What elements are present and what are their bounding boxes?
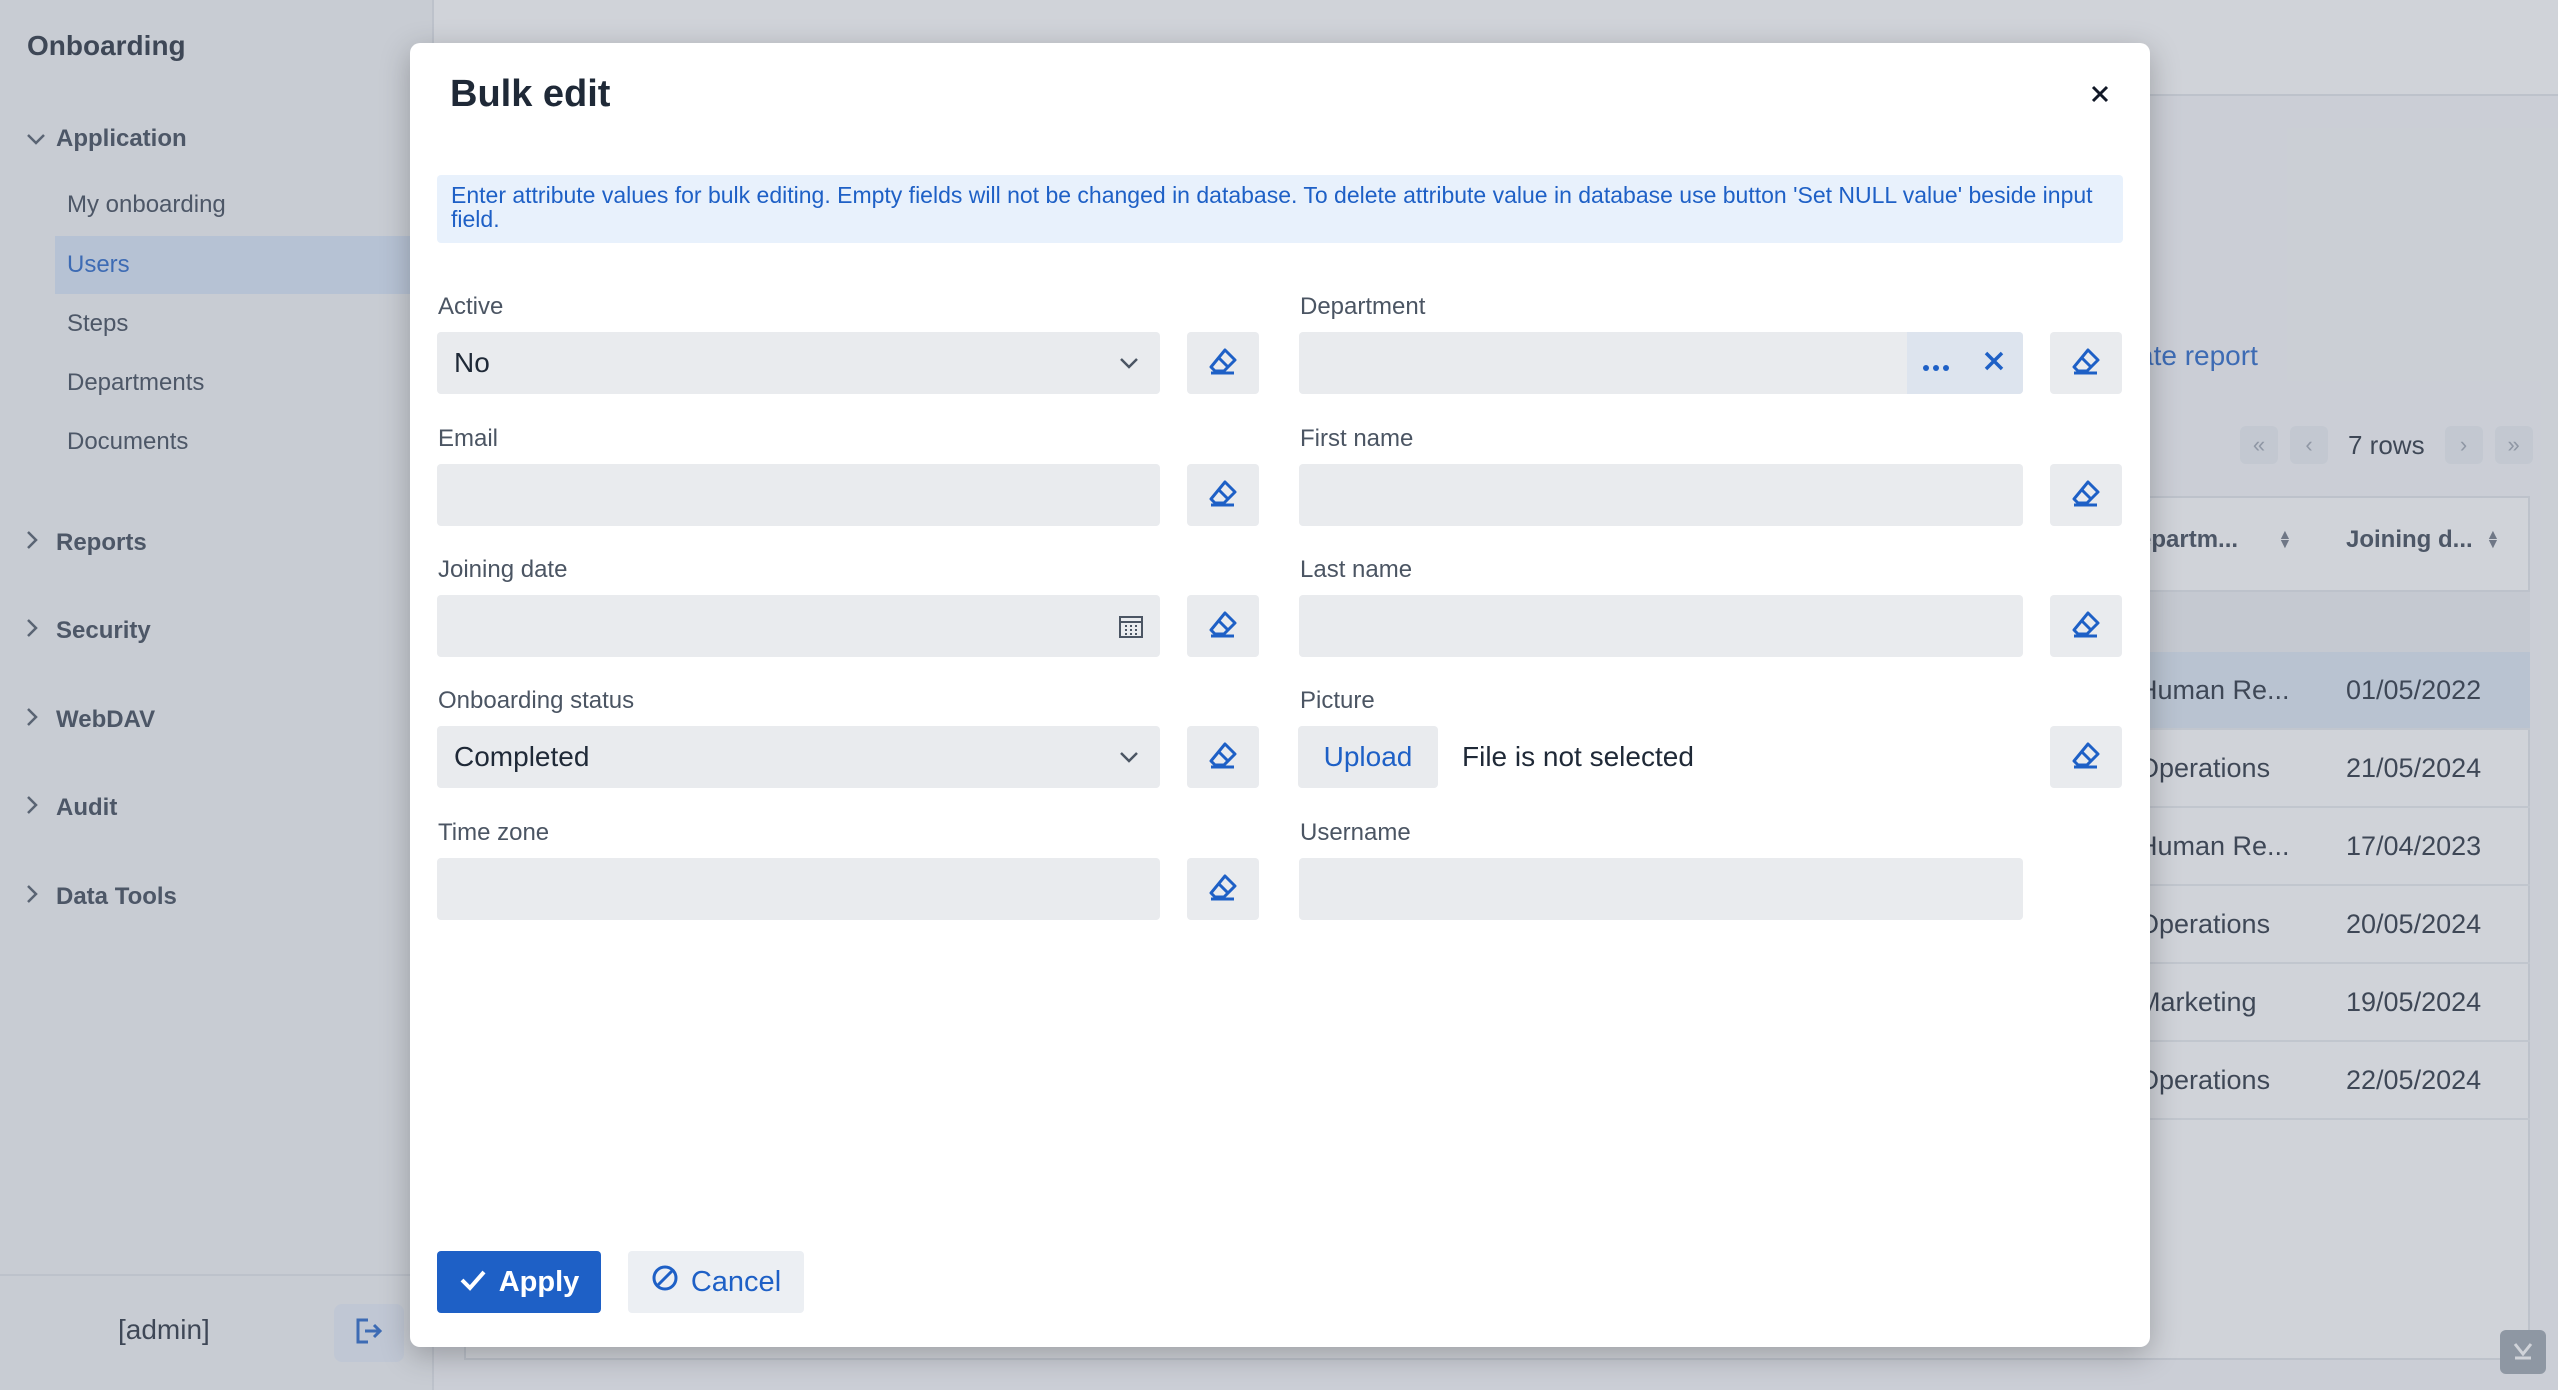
- set-null-email-button[interactable]: [1187, 464, 1259, 526]
- onboarding-status-value: Completed: [454, 741, 590, 772]
- set-null-picture-button[interactable]: [2050, 726, 2122, 788]
- close-icon: [2090, 75, 2110, 112]
- set-null-onboarding-status-button[interactable]: [1187, 726, 1259, 788]
- time-zone-label: Time zone: [438, 819, 550, 846]
- active-select[interactable]: No: [437, 332, 1160, 394]
- department-lookup-button[interactable]: [1907, 332, 1965, 394]
- more-icon: [1922, 347, 1950, 379]
- eraser-icon: [2071, 347, 2101, 380]
- set-null-active-button[interactable]: [1187, 332, 1259, 394]
- joining-date-label: Joining date: [438, 556, 568, 583]
- dialog-title: Bulk edit: [450, 73, 611, 115]
- active-label: Active: [438, 293, 504, 320]
- set-null-department-button[interactable]: [2050, 332, 2122, 394]
- last-name-field[interactable]: [1299, 595, 2023, 657]
- time-zone-field[interactable]: [437, 858, 1160, 920]
- set-null-last-name-button[interactable]: [2050, 595, 2122, 657]
- set-null-time-zone-button[interactable]: [1187, 858, 1259, 920]
- eraser-icon: [1208, 347, 1238, 380]
- eraser-icon: [2071, 479, 2101, 512]
- department-label: Department: [1300, 293, 1426, 320]
- first-name-field[interactable]: [1299, 464, 2023, 526]
- eraser-icon: [1208, 741, 1238, 774]
- eraser-icon: [2071, 741, 2101, 774]
- apply-button[interactable]: Apply: [437, 1251, 601, 1313]
- last-name-label: Last name: [1300, 556, 1413, 583]
- picture-label: Picture: [1300, 687, 1375, 714]
- apply-label: Apply: [498, 1265, 580, 1298]
- joining-date-field[interactable]: [437, 595, 1160, 657]
- info-message: Enter attribute values for bulk editing.…: [437, 175, 2123, 243]
- eraser-icon: [1208, 610, 1238, 643]
- clear-icon: [1983, 347, 2005, 379]
- chevron-down-icon: [1118, 744, 1140, 770]
- onboarding-status-label: Onboarding status: [438, 687, 635, 714]
- active-value: No: [454, 347, 490, 378]
- username-label: Username: [1300, 819, 1411, 846]
- cancel-button[interactable]: Cancel: [628, 1251, 804, 1313]
- email-label: Email: [438, 425, 499, 452]
- set-null-first-name-button[interactable]: [2050, 464, 2122, 526]
- eraser-icon: [1208, 479, 1238, 512]
- department-field[interactable]: [1299, 332, 2023, 394]
- set-null-joining-date-button[interactable]: [1187, 595, 1259, 657]
- bulk-edit-dialog: Bulk edit Enter attribute values for bul…: [410, 43, 2150, 1347]
- check-icon: [459, 1266, 487, 1299]
- eraser-icon: [2071, 610, 2101, 643]
- chevron-down-icon: [1118, 350, 1140, 376]
- first-name-label: First name: [1300, 425, 1414, 452]
- eraser-icon: [1208, 873, 1238, 906]
- username-field[interactable]: [1299, 858, 2023, 920]
- department-clear-button[interactable]: [1965, 332, 2023, 394]
- email-field[interactable]: [437, 464, 1160, 526]
- calendar-icon[interactable]: [1118, 613, 1144, 646]
- close-button[interactable]: [2080, 73, 2120, 113]
- upload-button[interactable]: Upload: [1298, 726, 1438, 788]
- onboarding-status-select[interactable]: Completed: [437, 726, 1160, 788]
- cancel-icon: [651, 1264, 679, 1300]
- cancel-label: Cancel: [690, 1265, 782, 1298]
- file-status: File is not selected: [1462, 741, 1694, 772]
